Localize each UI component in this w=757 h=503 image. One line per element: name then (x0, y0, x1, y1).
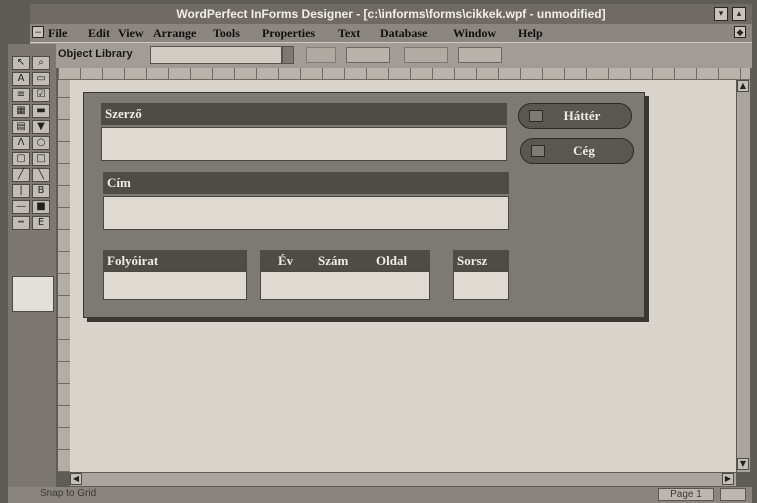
vertical-scrollbar[interactable]: ▲ ▼ (736, 80, 750, 472)
menu-properties[interactable]: Properties (262, 24, 315, 42)
field-tool-icon[interactable]: ▭ (32, 72, 50, 86)
hatter-button[interactable]: Háttér (518, 103, 632, 129)
ev-szam-oldal-field[interactable] (260, 271, 430, 300)
combo-tool-icon[interactable]: ▼ (32, 120, 50, 134)
cim-header: Cím (103, 172, 509, 194)
scroll-right-icon[interactable]: ▶ (722, 473, 734, 485)
list-tool-icon[interactable]: ≡ (12, 88, 30, 102)
menu-bar: − File Edit View Arrange Tools Propertie… (30, 24, 752, 42)
dash-tool-icon[interactable]: ┅ (12, 216, 30, 230)
horizontal-ruler (58, 68, 750, 80)
align-tool-icon[interactable]: E (32, 216, 50, 230)
object-library-label: Object Library (58, 48, 133, 60)
label-tool-icon[interactable]: Λ (12, 136, 30, 150)
line-tool-icon[interactable]: ╱ (12, 168, 30, 182)
szerzo-header: Szerző (101, 103, 507, 125)
ellipse-tool-icon[interactable]: ○ (32, 136, 50, 150)
arrow-icon[interactable]: ↖ (12, 56, 30, 70)
rounded-rect-tool-icon[interactable]: ▢ (12, 152, 30, 166)
window-title: WordPerfect InForms Designer - [c:\infor… (176, 7, 606, 21)
menu-window[interactable]: Window (453, 24, 496, 42)
sorsz-header: Sorsz (453, 250, 509, 271)
button-tool-icon[interactable]: ▬ (32, 104, 50, 118)
rectangle-tool-icon[interactable]: □ (32, 152, 50, 166)
folyoirat-field[interactable] (103, 271, 247, 300)
tool-palette: ↖ ⌕ A ▭ ≡ ☑ ▦ ▬ ▤ ▼ Λ ○ ▢ □ ╱ ╲ | B — ■ … (8, 44, 56, 500)
toolbar-control-1[interactable] (306, 47, 336, 63)
ceg-button-label: Cég (573, 143, 595, 158)
menu-view[interactable]: View (118, 24, 144, 42)
page-nav-icon[interactable] (720, 488, 746, 501)
document-control-menu-icon[interactable]: − (32, 26, 44, 38)
form-container: Szerző Cím Folyóirat Év Szám Oldal Sorsz… (83, 92, 645, 318)
zoom-icon[interactable]: ⌕ (32, 56, 50, 70)
szerzo-field[interactable] (101, 127, 507, 161)
color-swatch[interactable] (12, 276, 54, 312)
toolbar-control-2[interactable] (346, 47, 390, 63)
menu-edit[interactable]: Edit (88, 24, 110, 42)
table-tool-icon[interactable]: ▦ (12, 104, 30, 118)
ev-szam-oldal-header: Év Szám Oldal (260, 250, 430, 271)
hatter-button-icon (529, 110, 543, 122)
page-indicator: Page 1 (658, 488, 714, 501)
sorsz-field[interactable] (453, 271, 509, 300)
status-text: Snap to Grid (40, 488, 97, 499)
szam-label: Szám (318, 253, 349, 268)
vertical-ruler (58, 80, 70, 472)
menu-file[interactable]: File (48, 24, 67, 42)
grid-tool-icon[interactable]: ▤ (12, 120, 30, 134)
horizontal-scrollbar[interactable]: ◀ ▶ (70, 472, 736, 486)
oldal-label: Oldal (376, 253, 408, 268)
ceg-button[interactable]: Cég (520, 138, 634, 164)
object-library-field[interactable] (150, 46, 282, 64)
fill-tool-icon[interactable]: ■ (32, 200, 50, 214)
folyoirat-header: Folyóirat (103, 250, 247, 271)
restore-button[interactable]: ◆ (734, 26, 746, 38)
ev-label: Év (278, 253, 294, 268)
checkbox-tool-icon[interactable]: ☑ (32, 88, 50, 102)
toolbar-control-4[interactable] (458, 47, 502, 63)
hatter-button-label: Háttér (563, 108, 601, 123)
horizontal-line-tool-icon[interactable]: — (12, 200, 30, 214)
menu-help[interactable]: Help (518, 24, 543, 42)
diagonal-line-tool-icon[interactable]: ╲ (32, 168, 50, 182)
menu-text[interactable]: Text (338, 24, 360, 42)
vertical-line-tool-icon[interactable]: | (12, 184, 30, 198)
toolbar: Object Library (30, 42, 752, 68)
scroll-down-icon[interactable]: ▼ (737, 458, 749, 470)
menu-arrange[interactable]: Arrange (153, 24, 196, 42)
scroll-up-icon[interactable]: ▲ (737, 80, 749, 92)
maximize-button[interactable]: ▴ (732, 7, 746, 21)
object-library-dropdown-icon[interactable] (282, 46, 294, 64)
title-bar: WordPerfect InForms Designer - [c:\infor… (30, 4, 752, 24)
scroll-left-icon[interactable]: ◀ (70, 473, 82, 485)
toolbar-control-3[interactable] (404, 47, 448, 63)
minimize-button[interactable]: ▾ (714, 7, 728, 21)
menu-tools[interactable]: Tools (213, 24, 240, 42)
status-bar: Snap to Grid Page 1 (8, 487, 752, 503)
menu-database[interactable]: Database (380, 24, 427, 42)
bold-tool-icon[interactable]: B (32, 184, 50, 198)
cim-field[interactable] (103, 196, 509, 230)
text-tool-icon[interactable]: A (12, 72, 30, 86)
ceg-button-icon (531, 145, 545, 157)
